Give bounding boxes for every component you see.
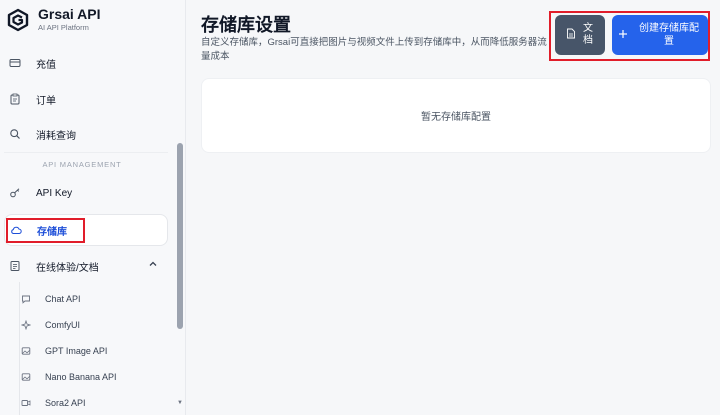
brand-name: Grsai API — [38, 6, 101, 22]
sidebar-item-label: 存储库 — [37, 226, 67, 238]
chat-icon — [20, 293, 32, 305]
sidebar-item-label: 在线体验/文档 — [36, 262, 99, 274]
section-divider — [4, 152, 168, 153]
sidebar-item-usage[interactable]: 消耗查询 — [4, 119, 168, 149]
create-storage-button[interactable]: 创建存储库配置 — [612, 15, 708, 55]
cloud-icon — [9, 223, 23, 237]
chevron-up-icon[interactable] — [148, 259, 158, 272]
section-label: API MANAGEMENT — [42, 160, 122, 169]
sidebar: Grsai API AI API Platform 充值 订单 消耗查询 API… — [0, 0, 186, 415]
sidebar-subitem-comfyui[interactable]: ComfyUI — [20, 313, 166, 337]
sidebar-subitem-label: Chat API — [45, 294, 81, 304]
search-icon — [8, 127, 22, 141]
document-icon — [566, 28, 576, 42]
sidebar-subitem-label: Sora2 API — [45, 398, 86, 408]
sidebar-subitem-gpt-image-api[interactable]: GPT Image API — [20, 339, 166, 363]
logo-icon — [7, 8, 29, 32]
sidebar-subitem-nano-banana-api[interactable]: Nano Banana API — [20, 365, 166, 389]
main-content: 存储库设置 自定义存储库，Grsai可直接把图片与视频文件上传到存储库中，从而降… — [187, 0, 720, 415]
clipboard-icon — [8, 92, 22, 106]
sidebar-subitem-sora2-api[interactable]: Sora2 API — [20, 391, 166, 415]
key-icon — [8, 186, 22, 200]
sidebar-item-orders[interactable]: 订单 — [4, 84, 168, 114]
sidebar-subitem-label: Nano Banana API — [45, 372, 117, 382]
sidebar-item-docs[interactable]: 在线体验/文档 — [4, 251, 168, 281]
image-icon — [20, 371, 32, 383]
storage-list-empty-card: 暂无存储库配置 — [201, 78, 711, 153]
sidebar-subitem-chat-api[interactable]: Chat API — [20, 287, 166, 311]
empty-state-text: 暂无存储库配置 — [421, 112, 491, 123]
plus-icon — [618, 29, 628, 42]
sidebar-item-label: 消耗查询 — [36, 130, 76, 142]
sidebar-item-storage[interactable]: 存储库 — [4, 214, 168, 246]
docs-button-label: 文档 — [583, 23, 593, 46]
wallet-icon — [8, 56, 22, 70]
video-icon — [20, 397, 32, 409]
image-icon — [20, 345, 32, 357]
page-description: 自定义存储库，Grsai可直接把图片与视频文件上传到存储库中，从而降低服务器流量… — [201, 37, 547, 62]
sidebar-item-recharge[interactable]: 充值 — [4, 48, 168, 78]
brand-subtitle: AI API Platform — [38, 23, 89, 32]
docs-button[interactable]: 文档 — [555, 15, 605, 55]
brand[interactable]: Grsai API AI API Platform — [6, 6, 101, 32]
sidebar-item-api-key[interactable]: API Key — [4, 178, 168, 208]
sidebar-item-label: API Key — [36, 187, 73, 199]
sidebar-subitem-label: GPT Image API — [45, 346, 108, 356]
sidebar-item-label: 充值 — [36, 59, 56, 71]
sidebar-scrollbar-thumb[interactable] — [177, 143, 183, 329]
scroll-down-arrow-icon[interactable]: ▼ — [176, 400, 184, 408]
sidebar-subitem-label: ComfyUI — [45, 320, 81, 330]
document-icon — [8, 259, 22, 273]
sidebar-item-label: 订单 — [36, 95, 56, 107]
page-title: 存储库设置 — [201, 15, 291, 35]
sparkle-icon — [20, 319, 32, 331]
create-storage-button-label: 创建存储库配置 — [639, 23, 699, 47]
